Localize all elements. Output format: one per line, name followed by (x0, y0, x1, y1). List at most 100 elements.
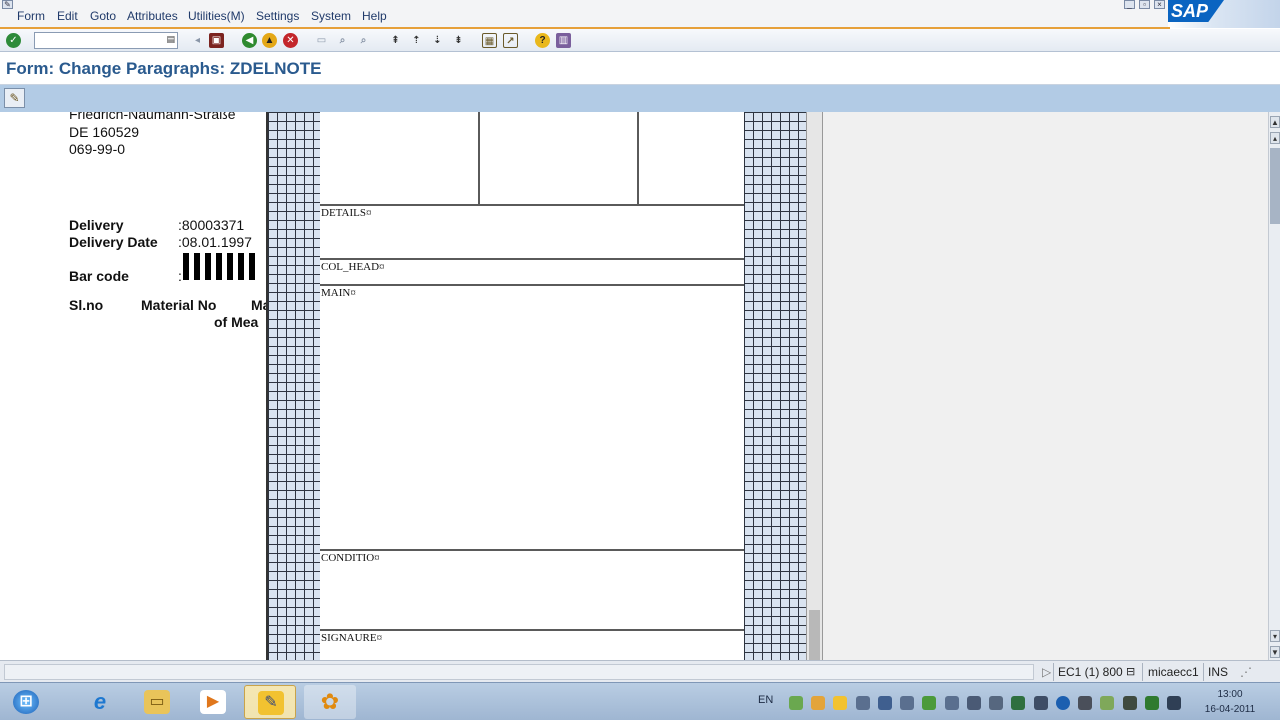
window-border (320, 284, 744, 286)
exit-icon[interactable]: ▲ (262, 33, 277, 48)
start-button[interactable]: ⊞ (0, 685, 52, 719)
window-details[interactable]: DETAILS¤ (321, 207, 371, 219)
back-icon[interactable]: ◀ (242, 33, 257, 48)
tray-icon-5[interactable] (878, 696, 892, 710)
save-icon[interactable]: ▣ (209, 33, 224, 48)
print-icon[interactable]: ▭ (314, 33, 329, 48)
tray-icon-14[interactable] (1078, 696, 1092, 710)
shortcut-icon[interactable]: ↗ (503, 33, 518, 48)
menu-edit[interactable]: Edit (57, 9, 78, 23)
barcode-colon: : (178, 268, 182, 284)
scroll-down-icon[interactable]: ▾ (1270, 630, 1280, 642)
help-icon[interactable]: ? (535, 33, 550, 48)
status-message-field[interactable] (4, 664, 1034, 680)
tray-icon-18[interactable] (1167, 696, 1181, 710)
menu-bar: ✎ Form Edit Goto Attributes Utilities(M)… (0, 0, 1280, 28)
collapse-icon[interactable]: ◂ (190, 33, 205, 48)
sap-window-icon[interactable]: ✎ (2, 0, 13, 9)
tray-icon-6[interactable] (900, 696, 914, 710)
application-toolbar: ✎ (0, 85, 1280, 112)
clock-date[interactable]: 16-04-2011 (1198, 704, 1262, 715)
find-icon[interactable]: ⌕ (335, 33, 350, 48)
address-line: Friedrich-Naumann-Straße (69, 112, 236, 122)
next-page-icon[interactable]: ⇣ (430, 33, 445, 48)
window-conditio[interactable]: CONDITIO¤ (321, 552, 380, 564)
layout-scroll-thumb[interactable] (809, 610, 820, 660)
enter-icon[interactable]: ✓ (6, 33, 21, 48)
page-layout-area[interactable]: DETAILS¤ COL_HEAD¤ MAIN¤ CONDITIO¤ SIGNA… (320, 112, 744, 660)
menu-attributes[interactable]: Attributes (127, 9, 178, 23)
vertical-scrollbar[interactable]: ▲ ▴ ▾ ▼ (1268, 112, 1280, 660)
menu-system[interactable]: System (311, 9, 351, 23)
window-main[interactable]: MAIN¤ (321, 287, 356, 299)
sap-logo: SAP (1168, 0, 1280, 28)
postal-line: DE 160529 (69, 124, 140, 140)
tray-icon-12[interactable] (1034, 696, 1048, 710)
scroll-top-icon[interactable]: ▲ (1270, 116, 1280, 128)
print-preview-panel: Friedrich-Naumann-Straße DE 160529 069-9… (0, 112, 270, 660)
status-input-mode[interactable]: INS (1208, 665, 1228, 679)
tray-icon-1[interactable] (789, 696, 803, 710)
window-signaure[interactable]: SIGNAURE¤ (321, 632, 382, 644)
language-indicator[interactable]: EN (758, 694, 773, 706)
tray-icon-3[interactable] (833, 696, 847, 710)
scroll-bottom-icon[interactable]: ▼ (1270, 646, 1280, 658)
cancel-icon[interactable]: ✕ (283, 33, 298, 48)
taskbar-sap-logon[interactable]: ✎ (244, 685, 296, 719)
tray-icon-4[interactable] (856, 696, 870, 710)
column-sl-no: Sl.no (69, 297, 104, 313)
bluetooth-icon[interactable] (1056, 696, 1070, 710)
minimize-icon[interactable]: _ (1124, 0, 1135, 9)
system-info-icon[interactable]: ⊟ (1126, 665, 1135, 678)
display-change-button[interactable]: ✎ (4, 88, 25, 108)
tray-icon-11[interactable] (1011, 696, 1025, 710)
tray-icon-17[interactable] (1145, 696, 1159, 710)
taskbar-explorer[interactable]: ▭ (131, 685, 183, 719)
network-icon[interactable] (1100, 696, 1114, 710)
close-icon[interactable]: × (1154, 0, 1165, 9)
first-page-icon[interactable]: ⇞ (388, 33, 403, 48)
barcode-label: Bar code (69, 268, 129, 284)
window-col-head[interactable]: COL_HEAD¤ (321, 261, 385, 273)
scroll-thumb[interactable] (1270, 148, 1280, 224)
taskbar-internet-explorer[interactable]: e (74, 685, 126, 719)
tray-icon-16[interactable] (1123, 696, 1137, 710)
status-toggle-icon[interactable]: ▷ (1042, 665, 1051, 679)
menu-help[interactable]: Help (362, 9, 387, 23)
new-session-icon[interactable]: ▦ (482, 33, 497, 48)
window-border (320, 204, 744, 206)
prev-page-icon[interactable]: ⇡ (409, 33, 424, 48)
restore-icon[interactable]: ▫ (1139, 0, 1150, 9)
menu-form[interactable]: Form (17, 9, 45, 23)
clock-time[interactable]: 13:00 (1198, 689, 1262, 700)
tray-icon-8[interactable] (945, 696, 959, 710)
delivery-date-label: Delivery Date (69, 234, 158, 250)
sap-logo-mark: SAP (1168, 0, 1224, 22)
taskbar-media-player[interactable]: ▶ (187, 685, 239, 719)
scroll-up-icon[interactable]: ▴ (1270, 132, 1280, 144)
volume-icon[interactable] (989, 696, 1003, 710)
tray-icon-7[interactable] (922, 696, 936, 710)
menu-settings[interactable]: Settings (256, 9, 299, 23)
empty-pane (822, 112, 1268, 660)
tray-icon-2[interactable] (811, 696, 825, 710)
layout-icon[interactable]: ▥ (556, 33, 571, 48)
resize-grip-icon[interactable]: ⋰ (1240, 665, 1252, 679)
delivery-label: Delivery (69, 217, 124, 233)
delivery-date-value: :08.01.1997 (178, 234, 252, 250)
sap-logon-icon: ✎ (258, 691, 284, 715)
layout-scrollbar[interactable] (806, 112, 822, 660)
pencil-glasses-icon: ✎ (9, 91, 20, 105)
command-history-icon[interactable]: ▤ (166, 34, 175, 45)
tray-icon-9[interactable] (967, 696, 981, 710)
last-page-icon[interactable]: ⇟ (451, 33, 466, 48)
command-field[interactable]: ▤ (34, 32, 178, 49)
window-border (320, 258, 744, 260)
taskbar-app[interactable]: ✿ (304, 685, 356, 719)
menu-goto[interactable]: Goto (90, 9, 116, 23)
status-separator (1053, 663, 1054, 681)
column-material-no: Material No (141, 297, 217, 313)
find-next-icon[interactable]: ⌕ (356, 33, 371, 48)
windows-taskbar: ⊞ e ▭ ▶ ✎ ✿ EN 13:00 16-04-2011 (0, 682, 1280, 720)
menu-utilities[interactable]: Utilities(M) (188, 9, 245, 23)
